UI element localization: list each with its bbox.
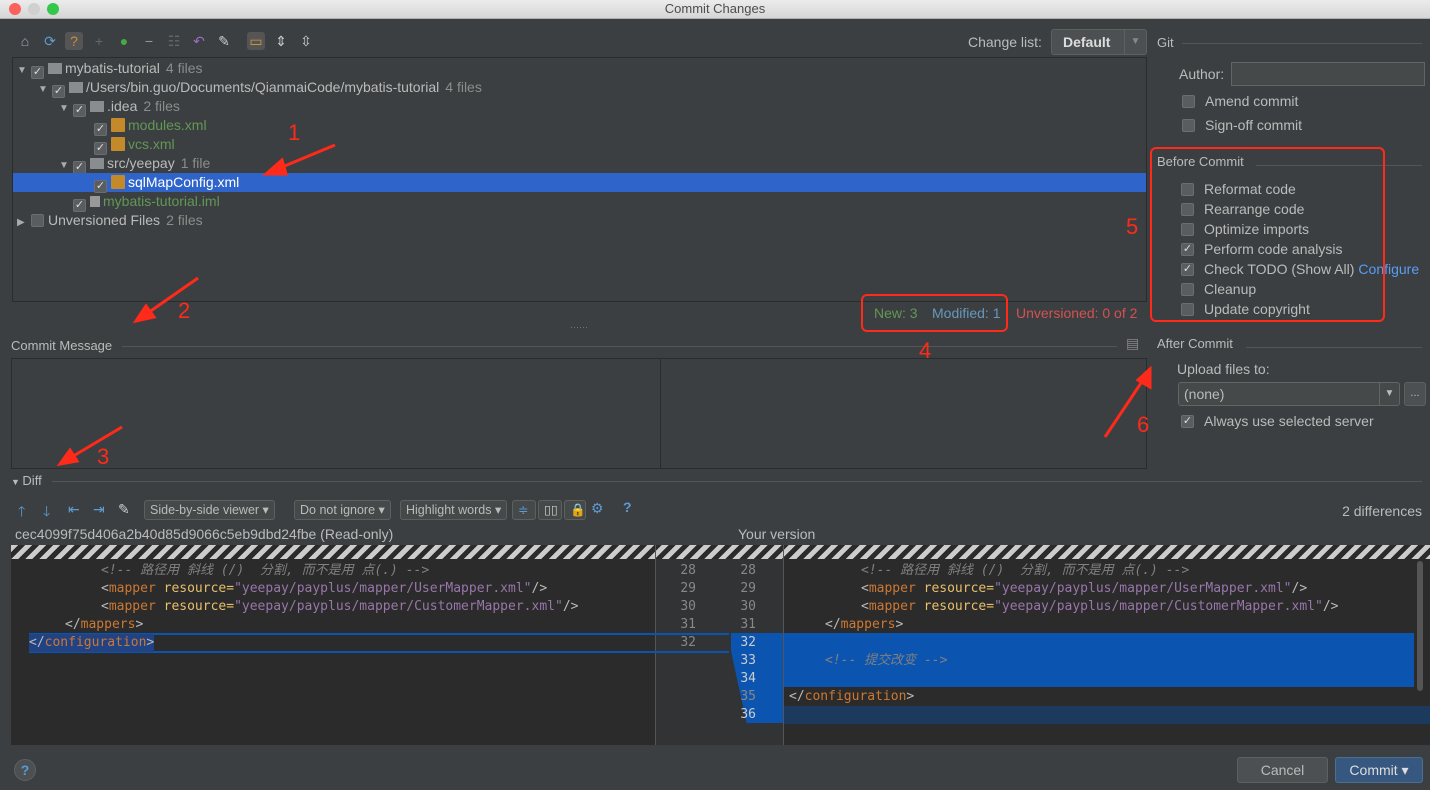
annotation-label-5: 5 xyxy=(1126,214,1139,239)
annotation-label-4: 4 xyxy=(919,338,932,363)
annotation-arrowhead xyxy=(56,447,80,467)
annotation-label-6: 6 xyxy=(1137,412,1150,437)
annotation-box-4 xyxy=(861,294,1008,332)
annotation-overlay xyxy=(56,143,1385,467)
annotation-label-3: 3 xyxy=(97,444,110,469)
annotation-label-1: 1 xyxy=(288,120,301,145)
annotation-arrowhead xyxy=(262,157,288,176)
annotation-arrow-3 xyxy=(69,425,123,460)
annotation-label-2: 2 xyxy=(178,298,191,323)
annotation-box-5 xyxy=(1150,147,1385,322)
annotation-arrowhead xyxy=(132,303,157,324)
